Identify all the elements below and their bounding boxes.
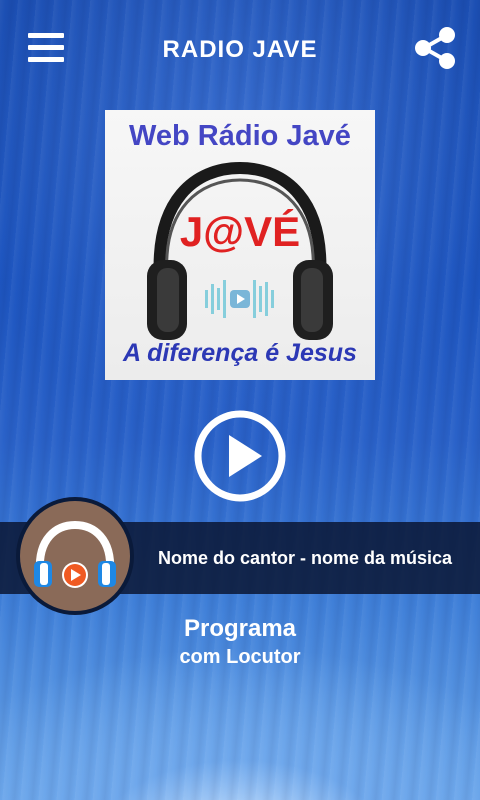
album-cover: Web Rádio Javé J@VÉ A diferença é Jesus xyxy=(105,110,375,380)
share-button[interactable] xyxy=(414,26,456,70)
app-bar: RADIO JAVE xyxy=(0,0,480,100)
program-title: Programa xyxy=(183,615,297,642)
cover-tagline: A diferença é Jesus xyxy=(123,339,357,367)
play-icon xyxy=(194,410,286,502)
headphones-logo-icon xyxy=(34,520,116,588)
share-icon xyxy=(415,27,455,69)
play-button[interactable] xyxy=(194,410,286,502)
app-title: RADIO JAVE xyxy=(162,36,318,63)
cover-brand: J@VÉ xyxy=(179,208,301,255)
program-announcer: com Locutor xyxy=(179,646,301,668)
now-playing-text: Nome do cantor - nome da música xyxy=(157,548,453,568)
station-logo xyxy=(16,497,134,615)
logo-circle xyxy=(20,501,130,611)
